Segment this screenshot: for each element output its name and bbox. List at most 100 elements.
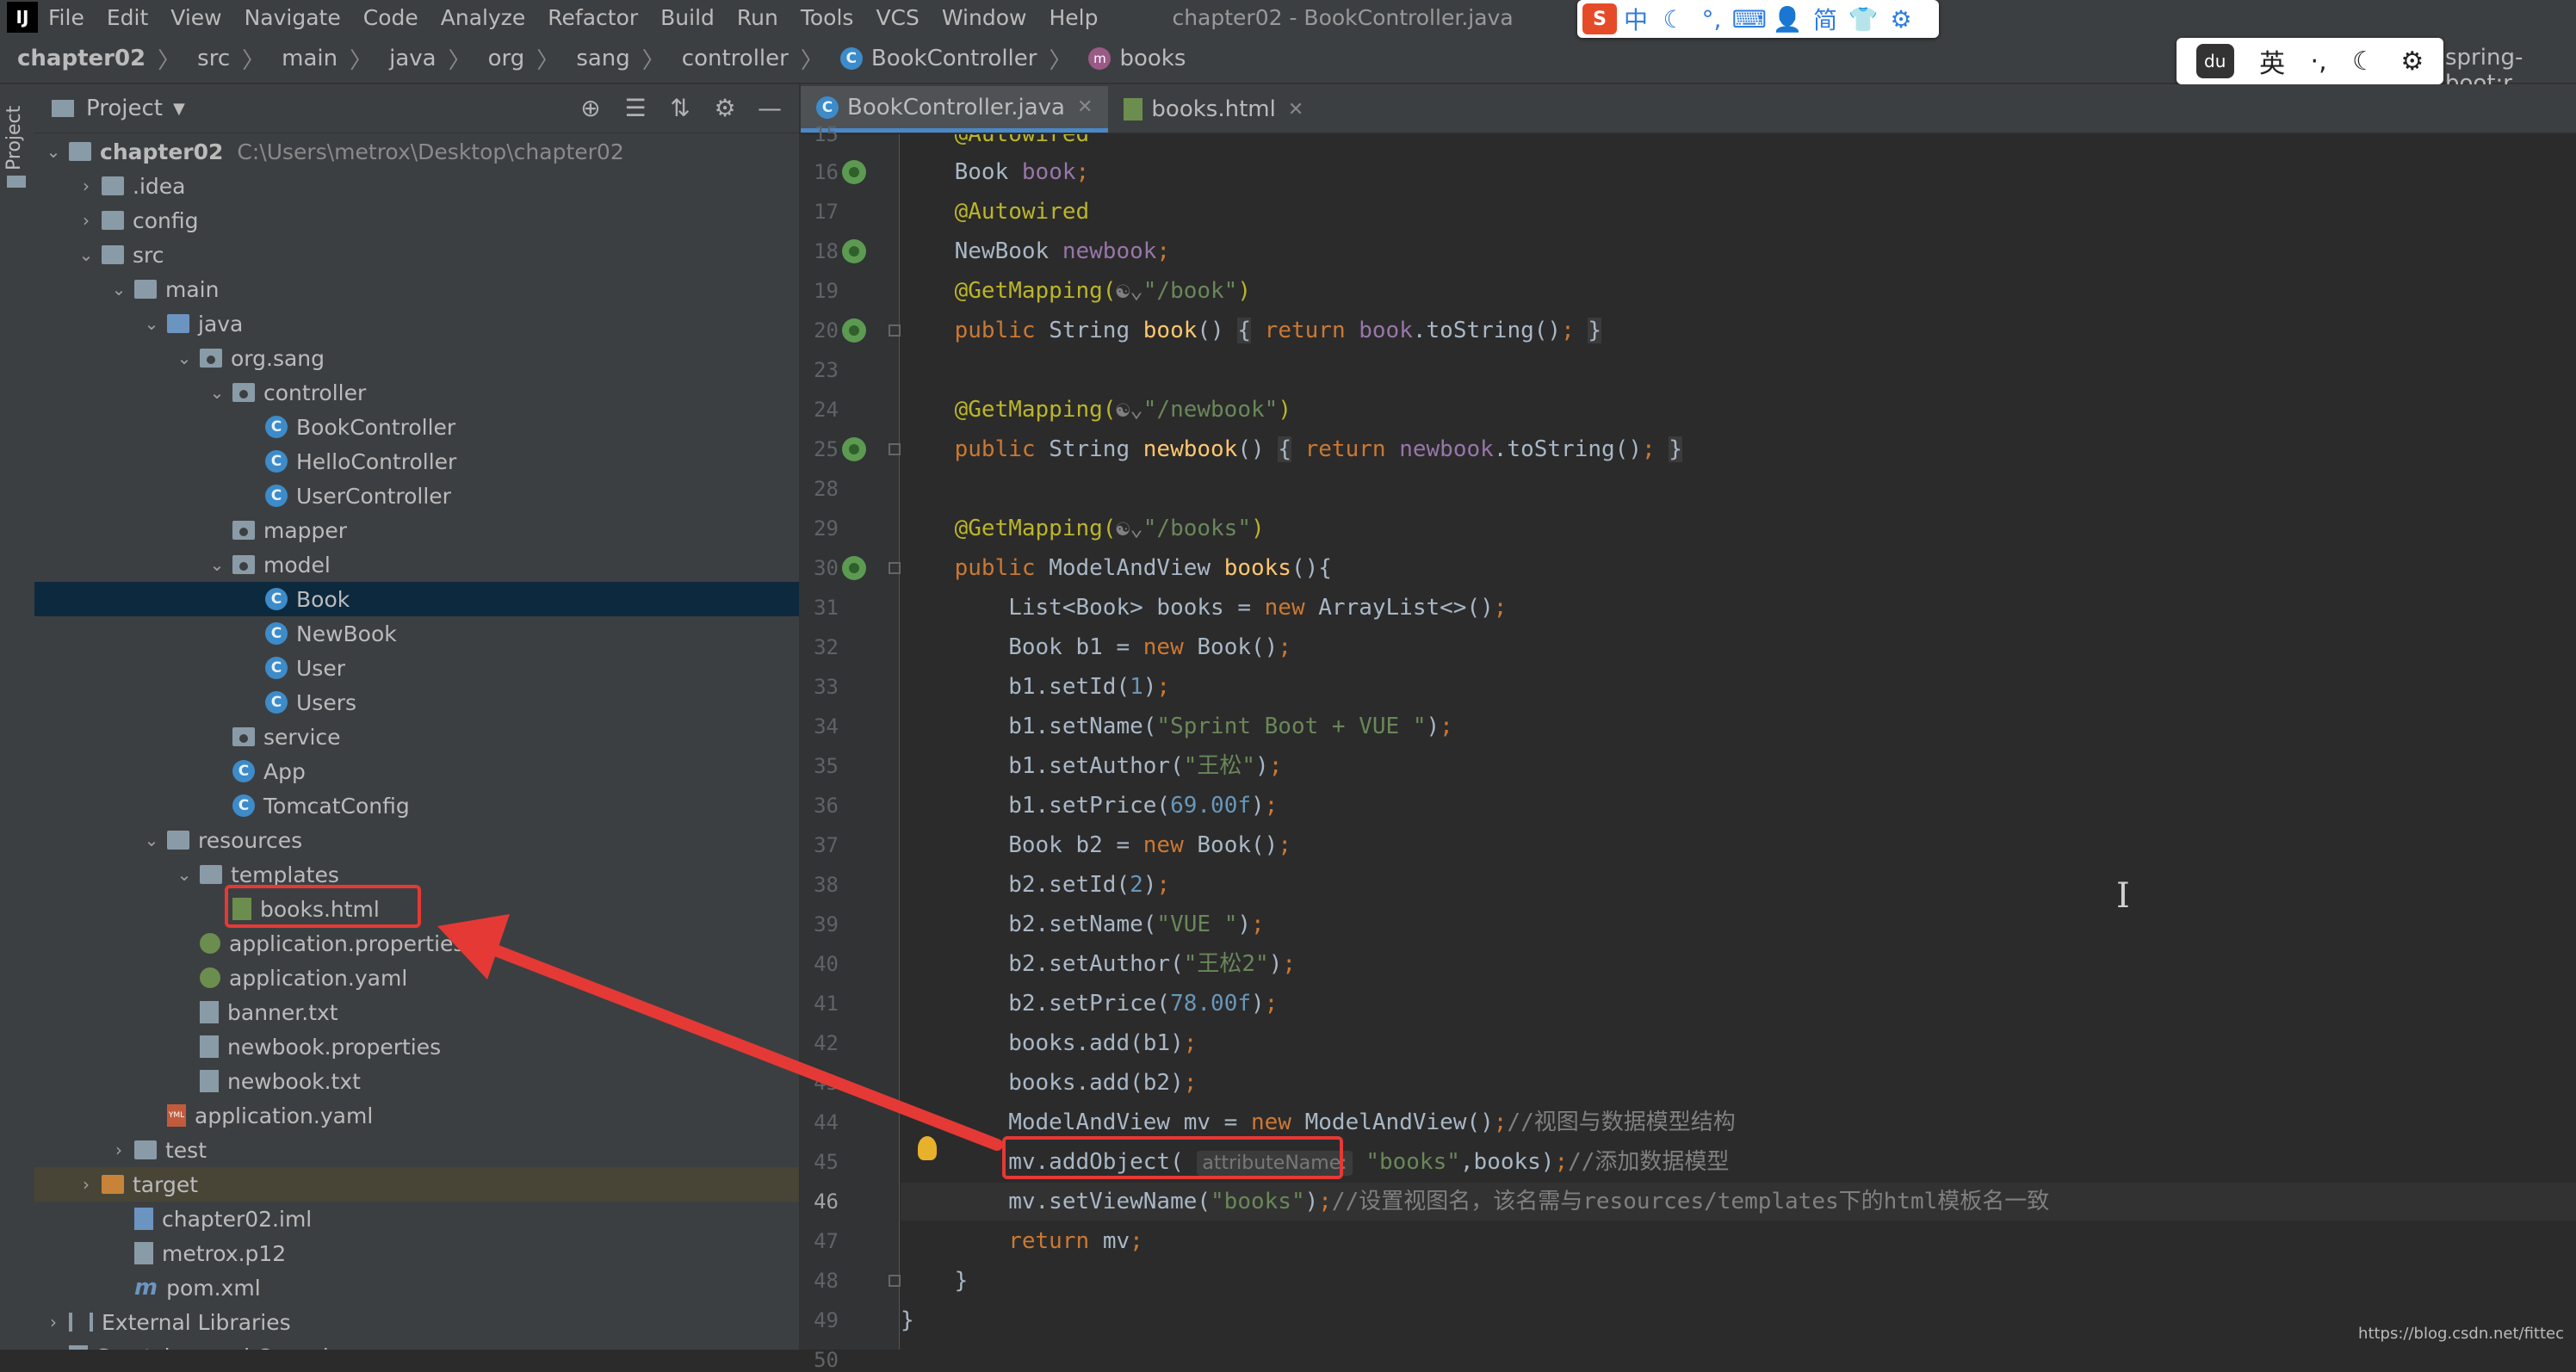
chevron-right-icon[interactable]: › xyxy=(43,1312,64,1332)
tree-item[interactable]: ⌄ java xyxy=(34,306,799,341)
tree-item[interactable]: application.properties xyxy=(34,926,799,961)
tree-item[interactable]: C HelloController xyxy=(34,444,799,479)
collapse-all-icon[interactable]: ⇅ xyxy=(663,95,697,122)
tree-item[interactable]: banner.txt xyxy=(34,995,799,1029)
chevron-down-icon[interactable]: ⌄ xyxy=(141,313,162,334)
hide-icon[interactable]: — xyxy=(752,95,787,122)
spring-bean-gutter-icon[interactable] xyxy=(842,556,866,580)
punctuation-icon[interactable]: °, xyxy=(1693,3,1731,34)
tab-bookcontroller[interactable]: C BookController.java ✕ xyxy=(801,86,1109,133)
spring-bean-gutter-icon[interactable] xyxy=(842,160,866,184)
chevron-down-icon[interactable]: ⌄ xyxy=(43,141,64,162)
chevron-down-icon[interactable]: ⌄ xyxy=(76,244,96,265)
menu-refactor[interactable]: Refactor xyxy=(548,5,638,30)
menu-file[interactable]: File xyxy=(48,5,84,30)
punctuation-icon[interactable]: ·, xyxy=(2311,46,2327,77)
menu-tools[interactable]: Tools xyxy=(801,5,854,30)
fold-icon[interactable] xyxy=(889,443,901,455)
tree-item[interactable]: ⌄ src xyxy=(34,238,799,272)
expand-all-icon[interactable]: ☰ xyxy=(618,95,653,122)
fold-icon[interactable] xyxy=(889,324,901,337)
tree-item[interactable]: ⌄ main xyxy=(34,272,799,306)
tree-item[interactable]: C TomcatConfig xyxy=(34,788,799,823)
breadcrumb-item-method[interactable]: m books xyxy=(1088,46,1186,71)
tree-item[interactable]: C UserController xyxy=(34,479,799,513)
tree-item[interactable]: C App xyxy=(34,754,799,788)
chevron-right-icon[interactable]: › xyxy=(76,176,96,196)
tree-item[interactable]: ⌄ chapter02 C:\Users\metrox\Desktop\chapte… xyxy=(34,134,799,169)
spring-bean-gutter-icon[interactable] xyxy=(842,437,866,461)
menu-window[interactable]: Window xyxy=(942,5,1027,30)
chevron-down-icon[interactable]: ▼ xyxy=(173,100,185,118)
tree-item[interactable]: service xyxy=(34,720,799,754)
tree-item[interactable]: application.yaml xyxy=(34,961,799,995)
user-icon[interactable]: 👤 xyxy=(1768,3,1806,34)
spring-bean-gutter-icon[interactable] xyxy=(842,318,866,343)
menu-build[interactable]: Build xyxy=(660,5,715,30)
breadcrumb-item[interactable]: java xyxy=(389,46,436,71)
locate-icon[interactable]: ⊕ xyxy=(573,95,608,122)
tree-item[interactable]: m pom.xml xyxy=(34,1270,799,1305)
close-icon[interactable]: ✕ xyxy=(1077,96,1093,118)
fold-icon[interactable] xyxy=(889,1275,901,1287)
tree-item[interactable]: › External Libraries xyxy=(34,1305,799,1339)
spring-bean-gutter-icon[interactable] xyxy=(842,239,866,263)
chevron-down-icon[interactable]: ⌄ xyxy=(207,382,227,403)
ime-simplified-mode[interactable]: 简 xyxy=(1806,3,1844,34)
tree-item[interactable]: C NewBook xyxy=(34,616,799,651)
tree-item[interactable]: metrox.p12 xyxy=(34,1236,799,1270)
ime-chinese-mode[interactable]: 中 xyxy=(1617,3,1655,34)
chevron-right-icon[interactable]: › xyxy=(76,1174,96,1195)
chevron-down-icon[interactable]: ⌄ xyxy=(174,348,195,368)
tree-item[interactable]: ⌄ controller xyxy=(34,375,799,410)
tree-item[interactable]: ⌄ model xyxy=(34,547,799,582)
lightbulb-icon[interactable] xyxy=(918,1136,937,1160)
moon-icon[interactable]: ☾ xyxy=(2352,46,2375,77)
menu-vcs[interactable]: VCS xyxy=(876,5,919,30)
menu-navigate[interactable]: Navigate xyxy=(245,5,341,30)
tree-item[interactable]: C BookController xyxy=(34,410,799,444)
keyboard-icon[interactable]: ⌨ xyxy=(1731,3,1768,34)
tree-item[interactable]: mapper xyxy=(34,513,799,547)
tree-item[interactable]: › target xyxy=(34,1167,799,1202)
moon-icon[interactable]: ☾ xyxy=(1655,3,1693,34)
skin-icon[interactable]: 👕 xyxy=(1844,3,1882,34)
tree-item[interactable]: › test xyxy=(34,1133,799,1167)
menu-help[interactable]: Help xyxy=(1049,5,1098,30)
chevron-right-icon[interactable]: › xyxy=(108,1140,129,1160)
tree-item[interactable]: › .idea xyxy=(34,169,799,203)
menu-run[interactable]: Run xyxy=(737,5,778,30)
close-icon[interactable]: ✕ xyxy=(1288,99,1303,121)
tree-item[interactable]: newbook.txt xyxy=(34,1064,799,1098)
breadcrumb-item[interactable]: chapter02 xyxy=(17,46,146,71)
chevron-down-icon[interactable]: ⌄ xyxy=(141,830,162,850)
menu-edit[interactable]: Edit xyxy=(107,5,148,30)
tab-books-html[interactable]: books.html ✕ xyxy=(1108,86,1319,133)
breadcrumb-item[interactable]: sang xyxy=(576,46,629,71)
breadcrumb-item[interactable]: src xyxy=(197,46,230,71)
sogou-logo-icon[interactable]: S xyxy=(1582,3,1617,34)
tree-item[interactable]: Scratches and Consoles xyxy=(34,1339,799,1350)
chevron-down-icon[interactable]: ⌄ xyxy=(207,554,227,575)
gear-icon[interactable]: ⚙ xyxy=(1882,3,1920,34)
tree-item[interactable]: newbook.properties xyxy=(34,1029,799,1064)
tree-item[interactable]: C Users xyxy=(34,685,799,720)
tree-item[interactable]: chapter02.iml xyxy=(34,1202,799,1236)
chevron-right-icon[interactable]: › xyxy=(76,210,96,231)
project-view-selector[interactable]: Project xyxy=(86,96,163,121)
chevron-down-icon[interactable]: ⌄ xyxy=(174,864,195,885)
gear-icon[interactable]: ⚙ xyxy=(2400,46,2424,77)
breadcrumb-item[interactable]: org xyxy=(488,46,525,71)
menu-code[interactable]: Code xyxy=(363,5,418,30)
tree-item[interactable]: ⌄ org.sang xyxy=(34,341,799,375)
breadcrumb-item-class[interactable]: C BookController xyxy=(839,46,1037,71)
tree-item[interactable]: C User xyxy=(34,651,799,685)
tree-item[interactable]: C Book xyxy=(34,582,799,616)
breadcrumb-item[interactable]: main xyxy=(282,46,337,71)
ime-english-mode[interactable]: 英 xyxy=(2259,42,2285,80)
tree-item[interactable]: › config xyxy=(34,203,799,238)
baidu-logo-icon[interactable]: du xyxy=(2195,44,2234,78)
menu-view[interactable]: View xyxy=(170,5,221,30)
chevron-down-icon[interactable]: ⌄ xyxy=(108,279,129,300)
tree-item[interactable]: YML application.yaml xyxy=(34,1098,799,1133)
